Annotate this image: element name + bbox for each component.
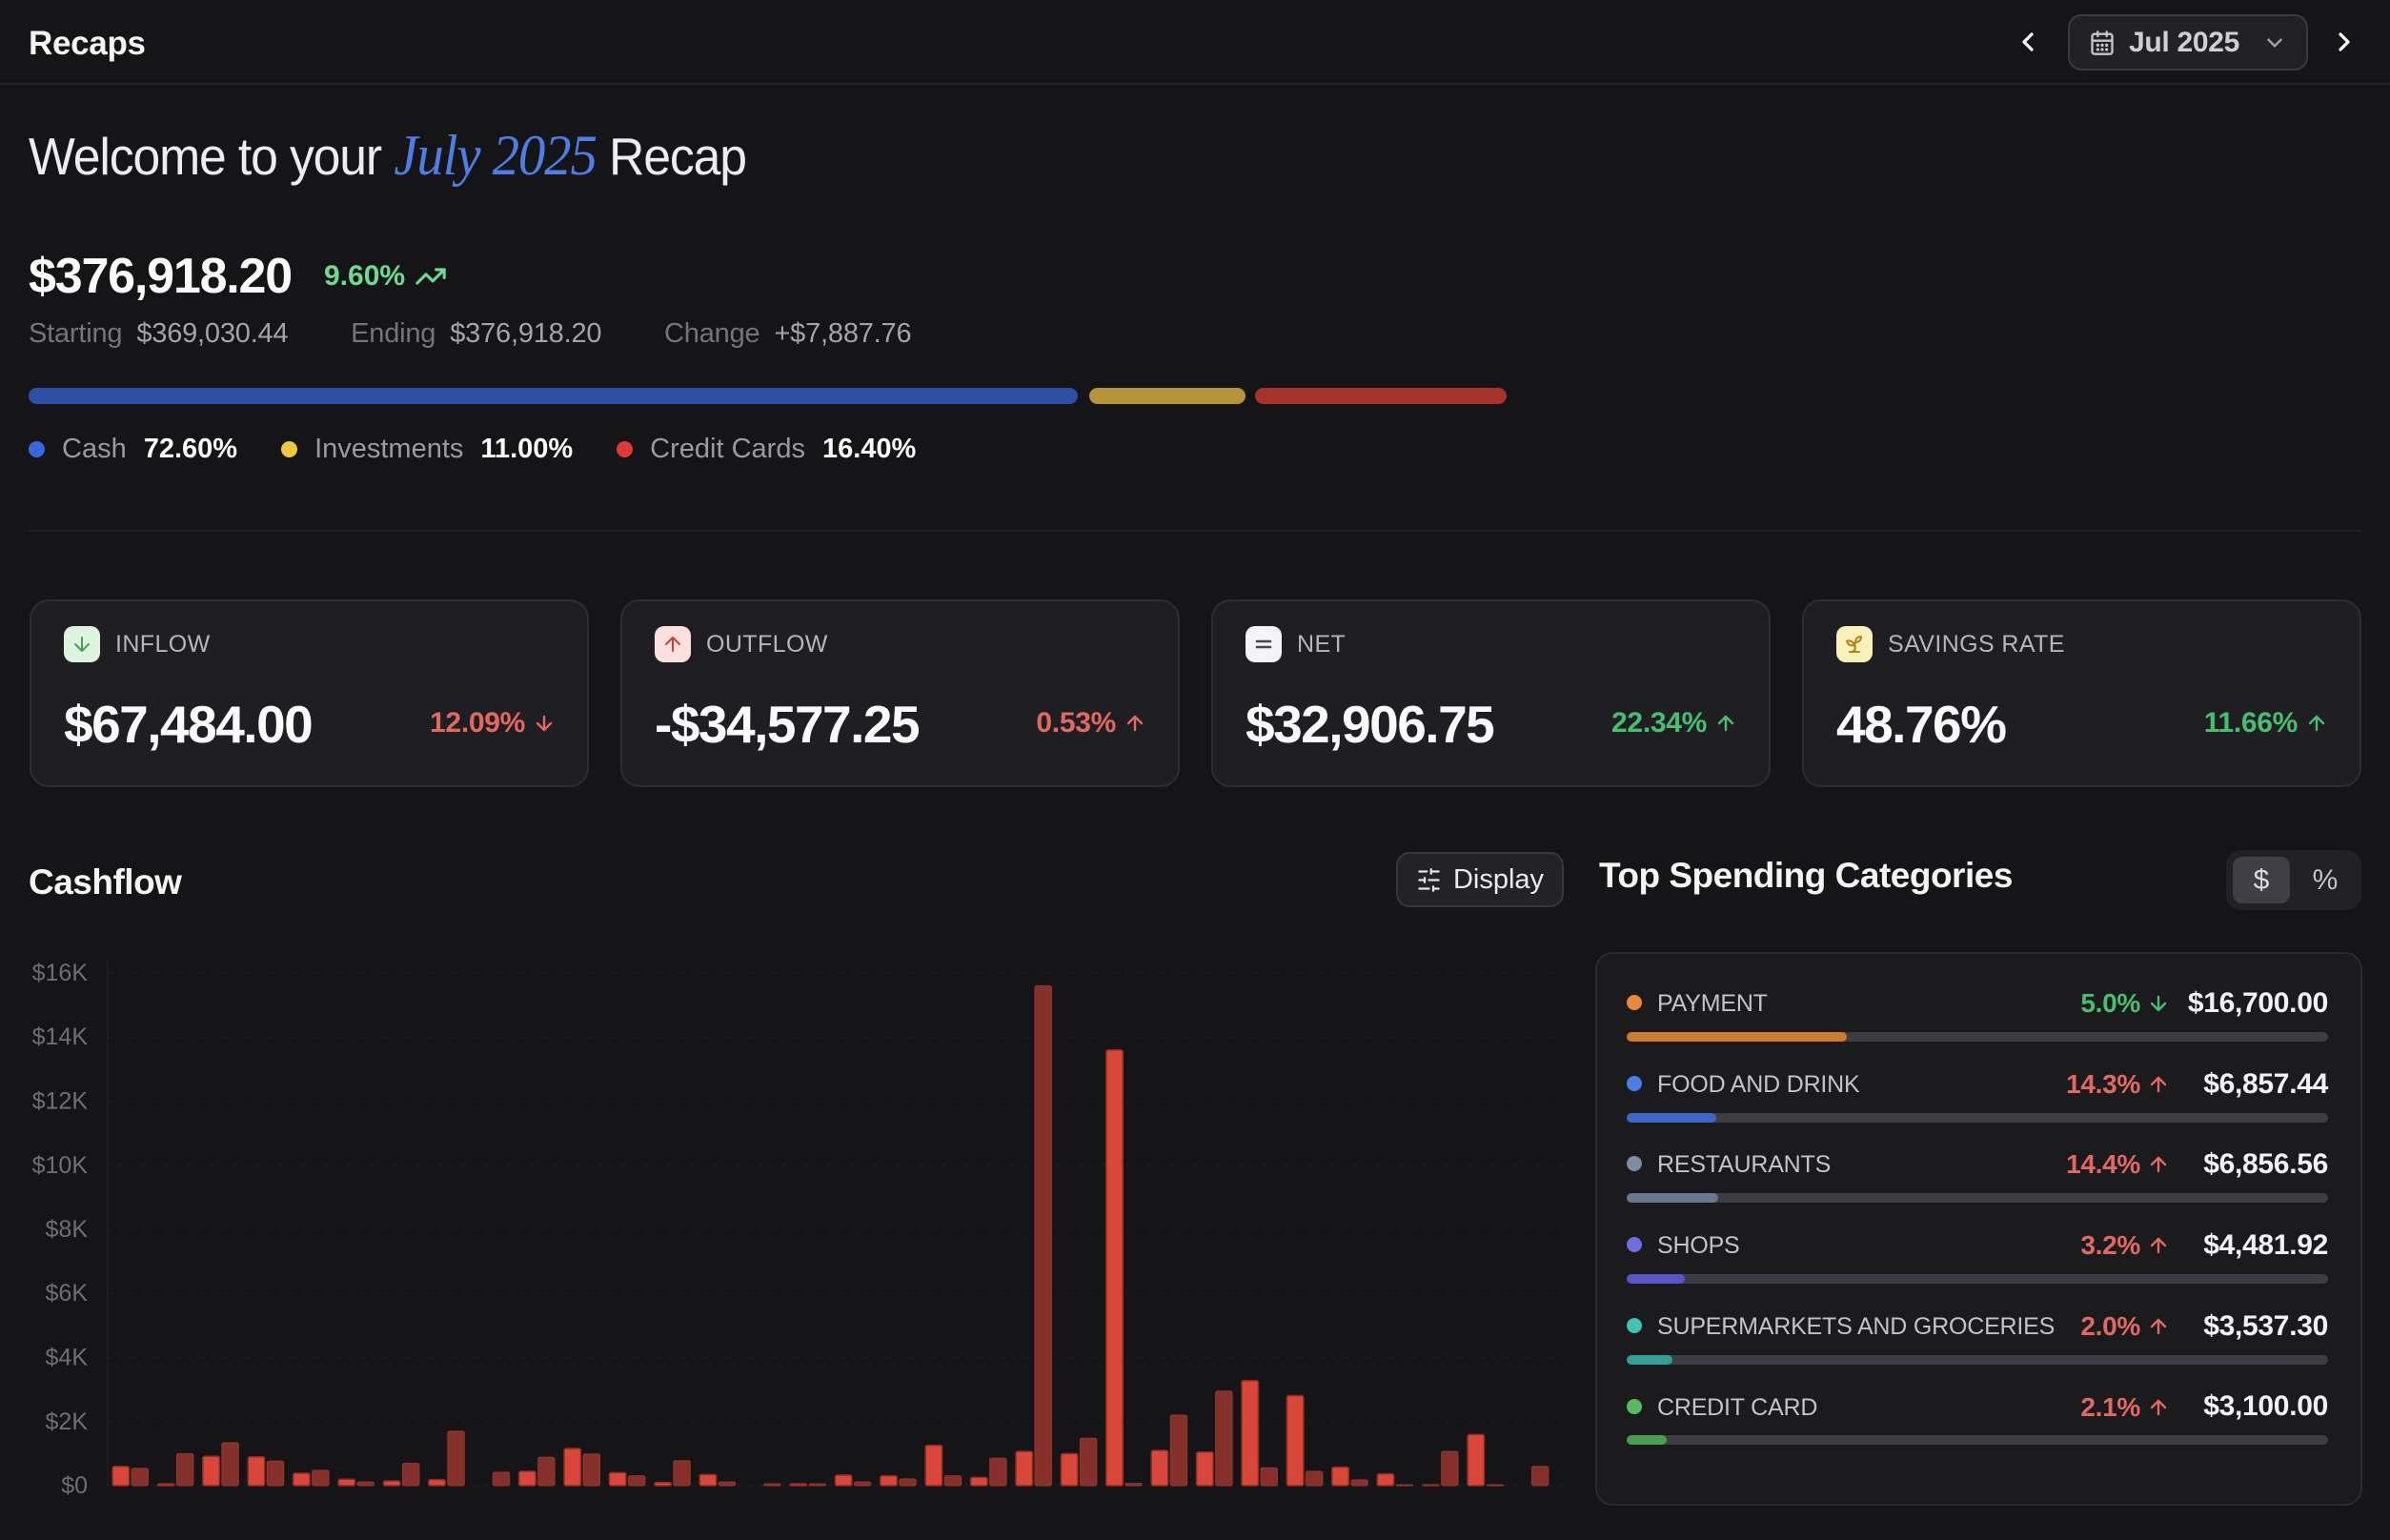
svg-text:$10K: $10K — [32, 1152, 89, 1179]
svg-text:$8K: $8K — [46, 1216, 89, 1243]
svg-text:$14K: $14K — [32, 1023, 89, 1050]
svg-text:$6K: $6K — [46, 1280, 89, 1307]
svg-text:$12K: $12K — [32, 1088, 89, 1115]
svg-text:$16K: $16K — [32, 960, 89, 986]
svg-text:$4K: $4K — [46, 1345, 89, 1371]
svg-text:$0: $0 — [61, 1472, 88, 1499]
svg-text:$2K: $2K — [46, 1408, 89, 1435]
